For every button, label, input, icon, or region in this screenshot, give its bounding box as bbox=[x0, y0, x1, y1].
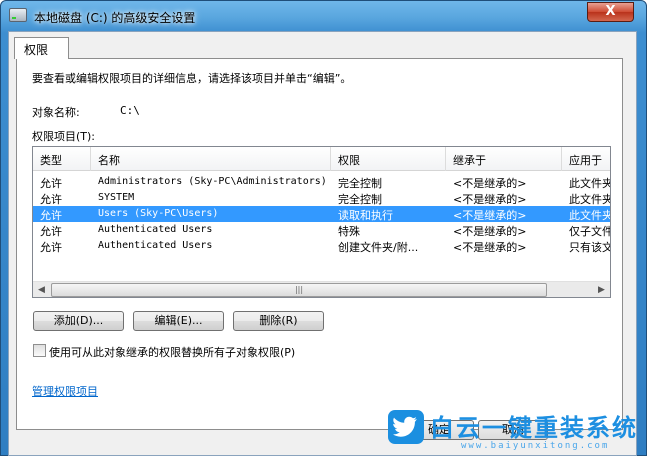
scroll-left-icon[interactable]: ◀ bbox=[33, 282, 50, 297]
cell-type: 允许 bbox=[40, 193, 62, 206]
table-row[interactable]: 允许 SYSTEM 完全控制 <不是继承的> 此文件夹 bbox=[33, 190, 611, 206]
cell-permission: 完全控制 bbox=[338, 177, 382, 190]
table-row[interactable]: 允许 Authenticated Users 特殊 <不是继承的> 仅子文件 bbox=[33, 222, 611, 238]
tab-permissions[interactable]: 权限 bbox=[14, 37, 69, 59]
cell-inherited-from: <不是继承的> bbox=[453, 209, 527, 222]
cell-applies-to: 仅子文件 bbox=[569, 225, 611, 238]
info-text: 要查看或编辑权限项目的详细信息，请选择该项目并单击“编辑”。 bbox=[32, 72, 352, 85]
cell-type: 允许 bbox=[40, 177, 62, 190]
scroll-right-icon[interactable]: ▶ bbox=[593, 282, 610, 297]
cell-applies-to: 此文件夹 bbox=[569, 209, 611, 222]
column-header-inherited-from[interactable]: 继承于 bbox=[446, 147, 562, 171]
cell-inherited-from: <不是继承的> bbox=[453, 225, 527, 238]
object-name-value: C:\ bbox=[120, 104, 140, 117]
column-header-permission[interactable]: 权限 bbox=[331, 147, 446, 171]
watermark: 白云一键重装系统 www.baiyunxitong.com bbox=[385, 408, 637, 456]
cell-type: 允许 bbox=[40, 241, 62, 254]
remove-button[interactable]: 删除(R) bbox=[233, 311, 324, 331]
horizontal-scrollbar[interactable]: ◀ ||| ▶ bbox=[33, 281, 610, 297]
add-button[interactable]: 添加(D)... bbox=[33, 311, 124, 331]
watermark-text: 白云一键重装系统 bbox=[430, 414, 638, 442]
cell-name: Authenticated Users bbox=[98, 224, 213, 235]
twitter-bird-icon bbox=[388, 410, 424, 444]
column-header-applies-to[interactable]: 应用于 bbox=[562, 147, 610, 171]
drive-icon bbox=[9, 8, 27, 22]
cell-type: 允许 bbox=[40, 225, 62, 238]
cell-permission: 创建文件夹/附... bbox=[338, 241, 419, 254]
close-button[interactable]: X bbox=[587, 2, 634, 22]
cell-type: 允许 bbox=[40, 209, 62, 222]
manage-permission-entries-link[interactable]: 管理权限项目 bbox=[32, 383, 98, 399]
replace-child-permissions-label[interactable]: 使用可从此对象继承的权限替换所有子对象权限(P) bbox=[49, 344, 295, 360]
cell-name: SYSTEM bbox=[98, 192, 135, 203]
table-row[interactable]: 允许 Authenticated Users 创建文件夹/附... <不是继承的… bbox=[33, 238, 611, 254]
permission-entries-label: 权限项目(T): bbox=[32, 130, 96, 143]
edit-button[interactable]: 编辑(E)... bbox=[133, 311, 224, 331]
cell-permission: 特殊 bbox=[338, 225, 360, 238]
permission-entries-list[interactable]: 类型 名称 权限 继承于 应用于 允许 Administrators (Sky-… bbox=[32, 146, 611, 298]
watermark-url: www.baiyunxitong.com bbox=[461, 441, 610, 451]
window-title: 本地磁盘 (C:) 的高级安全设置 bbox=[34, 11, 196, 25]
cell-applies-to: 此文件夹 bbox=[569, 193, 611, 206]
cell-name: Administrators (Sky-PC\Administrators) bbox=[98, 176, 327, 187]
cell-name: Users (Sky-PC\Users) bbox=[98, 208, 219, 219]
cell-applies-to: 此文件夹 bbox=[569, 177, 611, 190]
column-header-name[interactable]: 名称 bbox=[91, 147, 331, 171]
table-row-selected[interactable]: 允许 Users (Sky-PC\Users) 读取和执行 <不是继承的> 此文… bbox=[33, 206, 611, 222]
cell-inherited-from: <不是继承的> bbox=[453, 177, 527, 190]
cell-name: Authenticated Users bbox=[98, 240, 213, 251]
cell-inherited-from: <不是继承的> bbox=[453, 241, 527, 254]
cell-applies-to: 只有该文 bbox=[569, 241, 611, 254]
column-header-type[interactable]: 类型 bbox=[33, 147, 91, 171]
title-bar[interactable]: 本地磁盘 (C:) 的高级安全设置 X bbox=[1, 1, 646, 33]
cell-inherited-from: <不是继承的> bbox=[453, 193, 527, 206]
scrollbar-thumb[interactable]: ||| bbox=[51, 283, 547, 297]
replace-child-permissions-checkbox[interactable] bbox=[33, 344, 46, 357]
cell-permission: 读取和执行 bbox=[338, 209, 393, 222]
list-header: 类型 名称 权限 继承于 应用于 bbox=[33, 147, 610, 171]
table-row[interactable]: 允许 Administrators (Sky-PC\Administrators… bbox=[33, 174, 611, 190]
cell-permission: 完全控制 bbox=[338, 193, 382, 206]
object-name-label: 对象名称: bbox=[32, 106, 80, 119]
